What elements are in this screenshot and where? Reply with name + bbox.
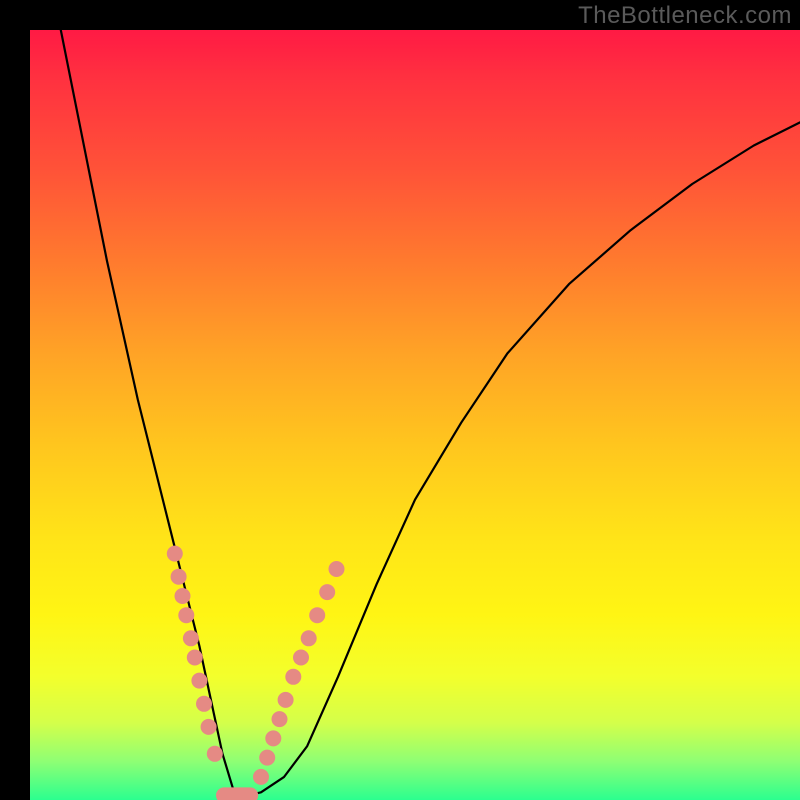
data-point xyxy=(265,730,281,746)
data-point xyxy=(278,692,294,708)
data-point xyxy=(171,569,187,585)
data-point xyxy=(196,696,212,712)
chart-frame: TheBottleneck.com xyxy=(0,0,800,800)
data-points-group xyxy=(167,546,345,785)
data-point xyxy=(272,711,288,727)
bottom-marker xyxy=(216,787,258,800)
data-point xyxy=(293,650,309,666)
data-point xyxy=(167,546,183,562)
data-point xyxy=(329,561,345,577)
data-point xyxy=(259,750,275,766)
data-point xyxy=(301,630,317,646)
chart-svg xyxy=(30,30,800,800)
watermark: TheBottleneck.com xyxy=(578,2,792,30)
data-point xyxy=(191,673,207,689)
data-point xyxy=(175,588,191,604)
data-point xyxy=(309,607,325,623)
data-point xyxy=(201,719,217,735)
data-point xyxy=(207,746,223,762)
data-point xyxy=(187,650,203,666)
bottom-pill xyxy=(216,787,258,800)
data-point xyxy=(253,769,269,785)
data-point xyxy=(183,630,199,646)
data-point xyxy=(178,607,194,623)
bottleneck-curve xyxy=(61,30,800,796)
data-point xyxy=(285,669,301,685)
data-point xyxy=(319,584,335,600)
